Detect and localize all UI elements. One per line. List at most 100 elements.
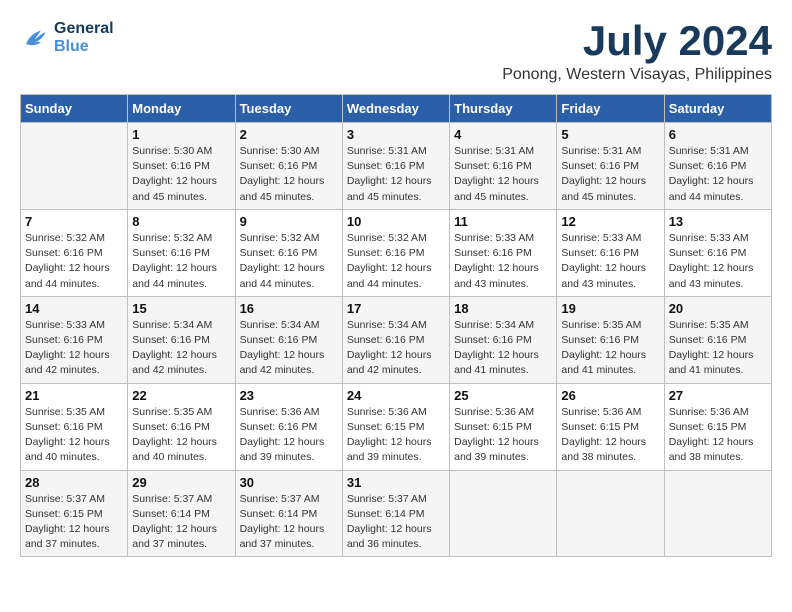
page-header: General Blue July 2024 Ponong, Western V… — [20, 20, 772, 84]
calendar-cell: 27 Sunrise: 5:36 AM Sunset: 6:15 PM Dayli… — [664, 383, 771, 470]
calendar-cell: 28 Sunrise: 5:37 AM Sunset: 6:15 PM Dayli… — [21, 470, 128, 557]
day-number: 18 — [454, 301, 552, 316]
calendar-cell: 22 Sunrise: 5:35 AM Sunset: 6:16 PM Dayli… — [128, 383, 235, 470]
calendar-week-row: 28 Sunrise: 5:37 AM Sunset: 6:15 PM Dayli… — [21, 470, 772, 557]
col-thursday: Thursday — [450, 95, 557, 123]
calendar-cell: 12 Sunrise: 5:33 AM Sunset: 6:16 PM Dayli… — [557, 209, 664, 296]
day-number: 13 — [669, 214, 767, 229]
day-info: Sunrise: 5:30 AM Sunset: 6:16 PM Dayligh… — [240, 144, 338, 205]
day-number: 4 — [454, 127, 552, 142]
day-info: Sunrise: 5:35 AM Sunset: 6:16 PM Dayligh… — [132, 405, 230, 466]
day-info: Sunrise: 5:36 AM Sunset: 6:15 PM Dayligh… — [454, 405, 552, 466]
day-number: 22 — [132, 388, 230, 403]
day-info: Sunrise: 5:34 AM Sunset: 6:16 PM Dayligh… — [454, 318, 552, 379]
calendar-cell: 8 Sunrise: 5:32 AM Sunset: 6:16 PM Daylig… — [128, 209, 235, 296]
calendar-cell: 10 Sunrise: 5:32 AM Sunset: 6:16 PM Dayli… — [342, 209, 449, 296]
day-number: 9 — [240, 214, 338, 229]
calendar-cell: 29 Sunrise: 5:37 AM Sunset: 6:14 PM Dayli… — [128, 470, 235, 557]
calendar-cell: 2Sunrise: 5:30 AM Sunset: 6:16 PM Daylig… — [235, 123, 342, 210]
day-number: 27 — [669, 388, 767, 403]
calendar-cell: 15 Sunrise: 5:34 AM Sunset: 6:16 PM Dayli… — [128, 296, 235, 383]
col-wednesday: Wednesday — [342, 95, 449, 123]
day-number: 16 — [240, 301, 338, 316]
calendar-cell: 31Sunrise: 5:37 AM Sunset: 6:14 PM Dayli… — [342, 470, 449, 557]
calendar-cell: 26 Sunrise: 5:36 AM Sunset: 6:15 PM Dayli… — [557, 383, 664, 470]
calendar-cell — [450, 470, 557, 557]
day-info: Sunrise: 5:36 AM Sunset: 6:15 PM Dayligh… — [669, 405, 767, 466]
day-number: 21 — [25, 388, 123, 403]
calendar-header-row: Sunday Monday Tuesday Wednesday Thursday… — [21, 95, 772, 123]
day-info: Sunrise: 5:33 AM Sunset: 6:16 PM Dayligh… — [25, 318, 123, 379]
col-saturday: Saturday — [664, 95, 771, 123]
day-number: 26 — [561, 388, 659, 403]
calendar-cell: 9 Sunrise: 5:32 AM Sunset: 6:16 PM Daylig… — [235, 209, 342, 296]
calendar-cell: 4 Sunrise: 5:31 AM Sunset: 6:16 PM Daylig… — [450, 123, 557, 210]
day-number: 6 — [669, 127, 767, 142]
col-tuesday: Tuesday — [235, 95, 342, 123]
day-info: Sunrise: 5:34 AM Sunset: 6:16 PM Dayligh… — [132, 318, 230, 379]
day-number: 25 — [454, 388, 552, 403]
day-info: Sunrise: 5:34 AM Sunset: 6:16 PM Dayligh… — [240, 318, 338, 379]
day-number: 15 — [132, 301, 230, 316]
day-number: 14 — [25, 301, 123, 316]
day-info: Sunrise: 5:31 AM Sunset: 6:16 PM Dayligh… — [669, 144, 767, 205]
calendar-cell: 19Sunrise: 5:35 AM Sunset: 6:16 PM Dayli… — [557, 296, 664, 383]
calendar-subtitle: Ponong, Western Visayas, Philippines — [502, 66, 772, 84]
day-info: Sunrise: 5:32 AM Sunset: 6:16 PM Dayligh… — [347, 231, 445, 292]
day-number: 28 — [25, 475, 123, 490]
day-number: 3 — [347, 127, 445, 142]
logo: General Blue — [20, 20, 114, 56]
day-number: 24 — [347, 388, 445, 403]
day-number: 7 — [25, 214, 123, 229]
day-info: Sunrise: 5:32 AM Sunset: 6:16 PM Dayligh… — [25, 231, 123, 292]
day-info: Sunrise: 5:37 AM Sunset: 6:14 PM Dayligh… — [240, 492, 338, 553]
day-number: 30 — [240, 475, 338, 490]
day-number: 23 — [240, 388, 338, 403]
day-info: Sunrise: 5:32 AM Sunset: 6:16 PM Dayligh… — [132, 231, 230, 292]
day-info: Sunrise: 5:33 AM Sunset: 6:16 PM Dayligh… — [669, 231, 767, 292]
calendar-week-row: 1Sunrise: 5:30 AM Sunset: 6:16 PM Daylig… — [21, 123, 772, 210]
day-number: 11 — [454, 214, 552, 229]
day-number: 12 — [561, 214, 659, 229]
calendar-cell: 20 Sunrise: 5:35 AM Sunset: 6:16 PM Dayli… — [664, 296, 771, 383]
calendar-cell: 14 Sunrise: 5:33 AM Sunset: 6:16 PM Dayli… — [21, 296, 128, 383]
day-number: 19 — [561, 301, 659, 316]
day-number: 8 — [132, 214, 230, 229]
day-info: Sunrise: 5:37 AM Sunset: 6:15 PM Dayligh… — [25, 492, 123, 553]
calendar-cell — [664, 470, 771, 557]
day-number: 31 — [347, 475, 445, 490]
day-info: Sunrise: 5:31 AM Sunset: 6:16 PM Dayligh… — [561, 144, 659, 205]
calendar-cell: 11 Sunrise: 5:33 AM Sunset: 6:16 PM Dayli… — [450, 209, 557, 296]
calendar-table: Sunday Monday Tuesday Wednesday Thursday… — [20, 94, 772, 557]
calendar-cell: 24 Sunrise: 5:36 AM Sunset: 6:15 PM Dayli… — [342, 383, 449, 470]
day-info: Sunrise: 5:33 AM Sunset: 6:16 PM Dayligh… — [561, 231, 659, 292]
col-sunday: Sunday — [21, 95, 128, 123]
day-info: Sunrise: 5:37 AM Sunset: 6:14 PM Dayligh… — [132, 492, 230, 553]
day-info: Sunrise: 5:32 AM Sunset: 6:16 PM Dayligh… — [240, 231, 338, 292]
calendar-cell — [557, 470, 664, 557]
calendar-week-row: 21 Sunrise: 5:35 AM Sunset: 6:16 PM Dayli… — [21, 383, 772, 470]
logo-icon — [20, 23, 50, 53]
calendar-cell: 6 Sunrise: 5:31 AM Sunset: 6:16 PM Daylig… — [664, 123, 771, 210]
day-info: Sunrise: 5:35 AM Sunset: 6:16 PM Dayligh… — [25, 405, 123, 466]
calendar-cell: 3Sunrise: 5:31 AM Sunset: 6:16 PM Daylig… — [342, 123, 449, 210]
calendar-title: July 2024 — [502, 20, 772, 62]
col-monday: Monday — [128, 95, 235, 123]
day-info: Sunrise: 5:36 AM Sunset: 6:15 PM Dayligh… — [561, 405, 659, 466]
calendar-week-row: 14 Sunrise: 5:33 AM Sunset: 6:16 PM Dayli… — [21, 296, 772, 383]
day-info: Sunrise: 5:33 AM Sunset: 6:16 PM Dayligh… — [454, 231, 552, 292]
day-info: Sunrise: 5:31 AM Sunset: 6:16 PM Dayligh… — [454, 144, 552, 205]
day-info: Sunrise: 5:35 AM Sunset: 6:16 PM Dayligh… — [669, 318, 767, 379]
day-info: Sunrise: 5:36 AM Sunset: 6:16 PM Dayligh… — [240, 405, 338, 466]
day-number: 17 — [347, 301, 445, 316]
day-number: 10 — [347, 214, 445, 229]
calendar-cell: 30 Sunrise: 5:37 AM Sunset: 6:14 PM Dayli… — [235, 470, 342, 557]
calendar-cell: 1Sunrise: 5:30 AM Sunset: 6:16 PM Daylig… — [128, 123, 235, 210]
day-number: 29 — [132, 475, 230, 490]
calendar-cell: 13 Sunrise: 5:33 AM Sunset: 6:16 PM Dayli… — [664, 209, 771, 296]
calendar-week-row: 7 Sunrise: 5:32 AM Sunset: 6:16 PM Daylig… — [21, 209, 772, 296]
day-number: 20 — [669, 301, 767, 316]
calendar-cell: 21 Sunrise: 5:35 AM Sunset: 6:16 PM Dayli… — [21, 383, 128, 470]
day-info: Sunrise: 5:36 AM Sunset: 6:15 PM Dayligh… — [347, 405, 445, 466]
logo-text: General Blue — [54, 20, 114, 56]
